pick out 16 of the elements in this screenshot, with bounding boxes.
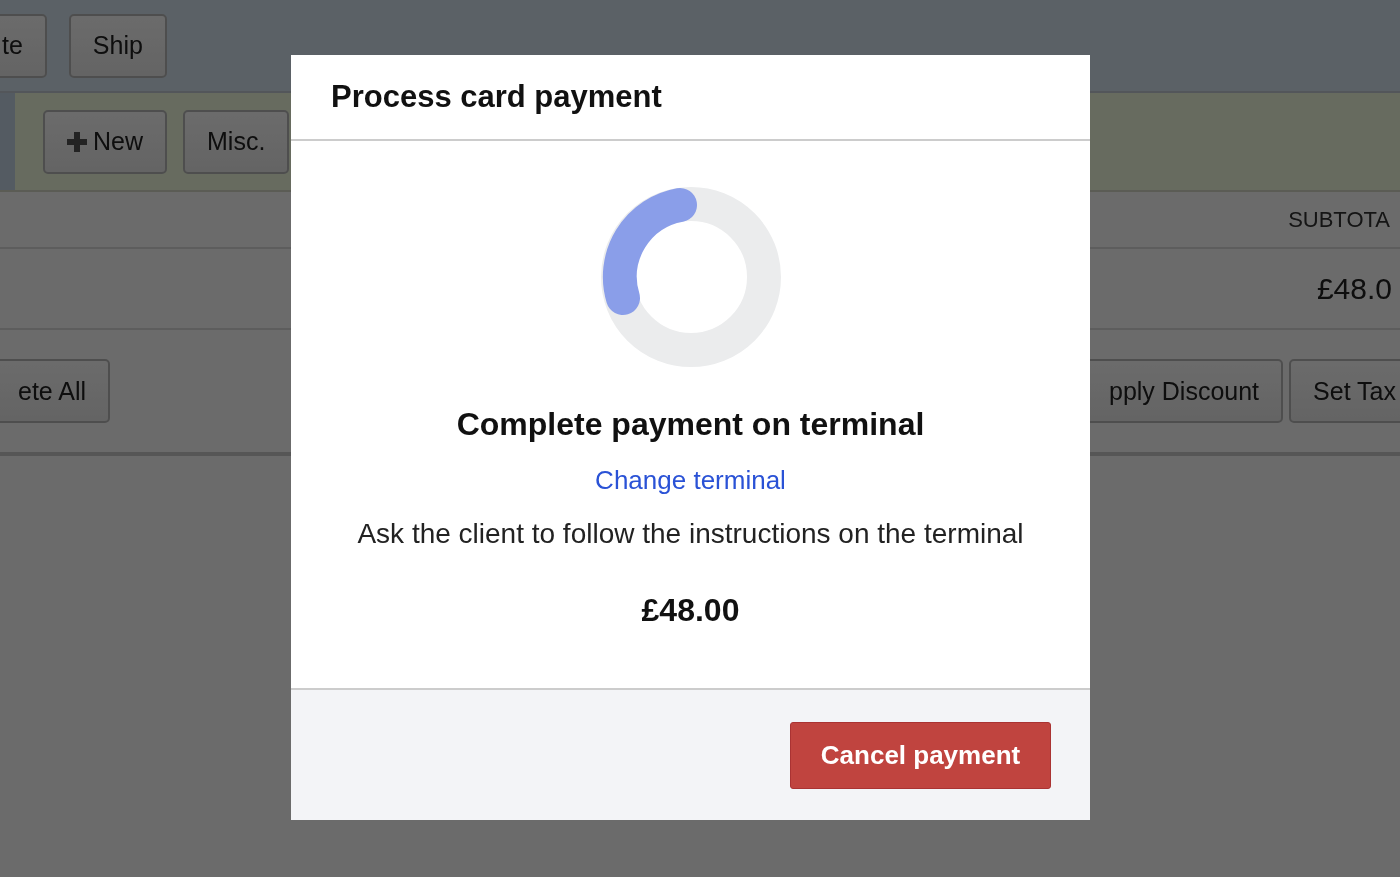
- payment-amount: £48.00: [641, 592, 740, 629]
- instruction-text: Ask the client to follow the instructions on the terminal: [357, 518, 1024, 550]
- status-heading: Complete payment on terminal: [456, 406, 925, 443]
- loading-spinner-icon: [599, 186, 782, 368]
- toolbar-button[interactable]: te: [0, 13, 47, 78]
- toolbar-button[interactable]: ete All: [0, 359, 111, 423]
- action-button[interactable]: New: [43, 109, 167, 174]
- toolbar-button[interactable]: Set Tax: [1289, 359, 1400, 423]
- toolbar-button[interactable]: Ship: [68, 13, 167, 78]
- plus-icon: [67, 131, 87, 152]
- subtotal-value: £48.0: [1316, 271, 1392, 306]
- dialog-title: Process card payment: [331, 79, 662, 115]
- action-button[interactable]: Misc.: [183, 109, 290, 174]
- change-terminal-link[interactable]: Change terminal: [595, 465, 786, 496]
- column-header: SUBTOTA: [1288, 206, 1390, 233]
- cancel-payment-button[interactable]: Cancel payment: [790, 721, 1051, 789]
